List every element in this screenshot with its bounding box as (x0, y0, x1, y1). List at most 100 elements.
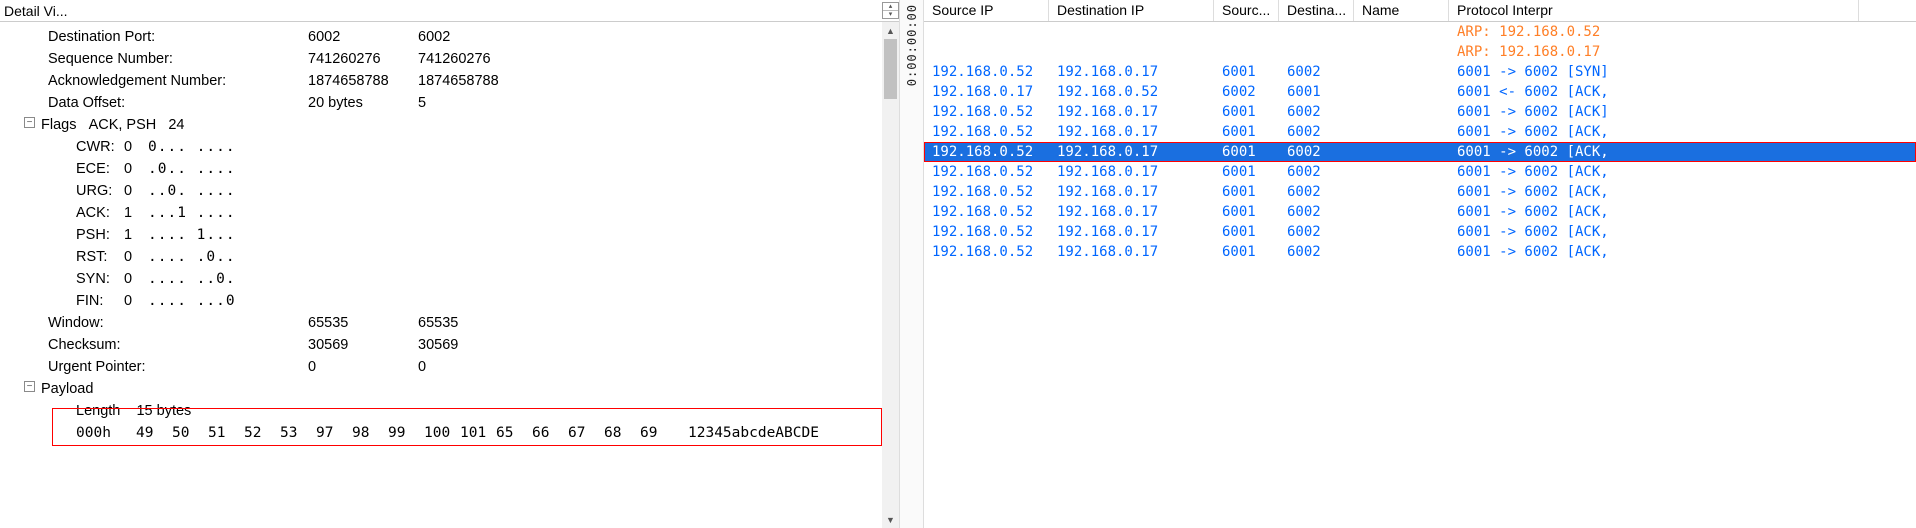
packet-row[interactable]: 192.168.0.52192.168.0.17600160026001 -> … (924, 182, 1916, 202)
cell-source-port: 6001 (1214, 122, 1279, 142)
detail-view-header: Detail Vi... ▴▾ (0, 0, 899, 22)
cell-destination-port: 6002 (1279, 102, 1354, 122)
scroll-up-icon[interactable]: ▲ (882, 22, 899, 39)
cell-source-port: 6001 (1214, 102, 1279, 122)
spin-up-icon[interactable]: ▴ (883, 3, 898, 11)
cell-source-ip: 192.168.0.52 (924, 62, 1049, 82)
packet-row[interactable]: 192.168.0.52192.168.0.17600160026001 -> … (924, 222, 1916, 242)
col-name[interactable]: Name (1354, 0, 1449, 21)
cell-source-ip: 192.168.0.52 (924, 122, 1049, 142)
cell-destination-ip: 192.168.0.17 (1049, 162, 1214, 182)
detail-view-pane: Detail Vi... ▴▾ Destination Port:6002600… (0, 0, 900, 528)
detail-view-title: Detail Vi... (4, 3, 882, 19)
cell-source-ip: 192.168.0.52 (924, 142, 1049, 162)
timestamp-ruler: 0:00:00:00 (900, 0, 924, 528)
cell-source-port: 6001 (1214, 142, 1279, 162)
field-checksum[interactable]: Checksum:3056930569 (0, 334, 882, 356)
field-destination-port[interactable]: Destination Port:60026002 (0, 26, 882, 48)
packet-row[interactable]: ARP: 192.168.0.17 (924, 42, 1916, 62)
detail-scrollbar[interactable]: ▲ ▼ (882, 22, 899, 528)
cell-protocol: 6001 <- 6002 [ACK, (1449, 82, 1859, 102)
cell-destination-ip: 192.168.0.17 (1049, 182, 1214, 202)
field-sequence-number[interactable]: Sequence Number:741260276741260276 (0, 48, 882, 70)
col-source-ip[interactable]: Source IP (924, 0, 1049, 21)
packet-list-header[interactable]: Source IP Destination IP Sourc... Destin… (924, 0, 1916, 22)
cell-source-ip: 192.168.0.52 (924, 182, 1049, 202)
cell-source-ip: 192.168.0.52 (924, 242, 1049, 262)
cell-protocol: 6001 -> 6002 [ACK, (1449, 162, 1859, 182)
cell-source-ip: 192.168.0.52 (924, 162, 1049, 182)
cell-destination-ip: 192.168.0.17 (1049, 242, 1214, 262)
collapse-icon[interactable]: − (24, 381, 35, 392)
col-destination-port[interactable]: Destina... (1279, 0, 1354, 21)
collapse-icon[interactable]: − (24, 117, 35, 128)
timestamp-value: 0:00:00:00 (905, 4, 919, 86)
packet-row[interactable]: 192.168.0.52192.168.0.1760016002 6001 -> … (924, 62, 1916, 82)
flag-ack[interactable]: ACK:1...1 .... (0, 202, 882, 224)
cell-protocol: ARP: 192.168.0.52 (1449, 22, 1859, 42)
packet-row[interactable]: 192.168.0.52192.168.0.17600160026001 -> … (924, 162, 1916, 182)
field-window[interactable]: Window:6553565535 (0, 312, 882, 334)
cell-destination-ip: 192.168.0.17 (1049, 222, 1214, 242)
cell-destination-port: 6002 (1279, 182, 1354, 202)
col-protocol-interpr[interactable]: Protocol Interpr (1449, 0, 1859, 21)
cell-protocol: 6001 -> 6002 [ACK] (1449, 102, 1859, 122)
cell-protocol: 6001 -> 6002 [SYN] (1449, 62, 1859, 82)
cell-destination-port: 6002 (1279, 122, 1354, 142)
packet-row[interactable]: 192.168.0.52192.168.0.1760016002 6001 -> … (924, 122, 1916, 142)
cell-protocol: 6001 -> 6002 [ACK, (1449, 122, 1859, 142)
cell-destination-ip: 192.168.0.17 (1049, 202, 1214, 222)
col-source-port[interactable]: Sourc... (1214, 0, 1279, 21)
cell-destination-port: 6001 (1279, 82, 1354, 102)
packet-row[interactable]: 192.168.0.52192.168.0.17600160026001 -> … (924, 142, 1916, 162)
spin-down-icon[interactable]: ▾ (883, 11, 898, 18)
col-destination-ip[interactable]: Destination IP (1049, 0, 1214, 21)
cell-protocol: 6001 -> 6002 [ACK, (1449, 242, 1859, 262)
packet-row[interactable]: 192.168.0.52192.168.0.17600160026001 -> … (924, 242, 1916, 262)
cell-source-ip: 192.168.0.17 (924, 82, 1049, 102)
flag-ece[interactable]: ECE:0.0.. .... (0, 158, 882, 180)
cell-source-port: 6002 (1214, 82, 1279, 102)
packet-row[interactable]: 192.168.0.52192.168.0.17600160026001 -> … (924, 202, 1916, 222)
cell-destination-port: 6002 (1279, 142, 1354, 162)
packet-list-rows[interactable]: ARP: 192.168.0.52ARP: 192.168.0.17 192.16… (924, 22, 1916, 528)
cell-source-port: 6001 (1214, 182, 1279, 202)
cell-destination-port: 6002 (1279, 242, 1354, 262)
scroll-down-icon[interactable]: ▼ (882, 511, 899, 528)
cell-protocol: 6001 -> 6002 [ACK, (1449, 202, 1859, 222)
cell-source-ip: 192.168.0.52 (924, 102, 1049, 122)
flag-rst[interactable]: RST:0.... .0.. (0, 246, 882, 268)
field-flags-header[interactable]: −Flags ACK, PSH 24 (0, 114, 882, 136)
flag-fin[interactable]: FIN:0.... ...0 (0, 290, 882, 312)
detail-spinner[interactable]: ▴▾ (882, 2, 899, 19)
cell-source-port: 6001 (1214, 62, 1279, 82)
cell-destination-ip: 192.168.0.17 (1049, 142, 1214, 162)
cell-source-port: 6001 (1214, 222, 1279, 242)
cell-destination-port: 6002 (1279, 162, 1354, 182)
cell-destination-ip: 192.168.0.17 (1049, 122, 1214, 142)
scroll-thumb[interactable] (884, 39, 897, 99)
cell-destination-ip: 192.168.0.17 (1049, 102, 1214, 122)
cell-source-ip: 192.168.0.52 (924, 222, 1049, 242)
cell-source-port: 6001 (1214, 202, 1279, 222)
cell-destination-ip: 192.168.0.52 (1049, 82, 1214, 102)
packet-row[interactable]: 192.168.0.17192.168.0.5260026001 6001 <- … (924, 82, 1916, 102)
cell-destination-ip: 192.168.0.17 (1049, 62, 1214, 82)
cell-protocol: ARP: 192.168.0.17 (1449, 42, 1859, 62)
packet-row[interactable]: 192.168.0.52192.168.0.1760016002 6001 -> … (924, 102, 1916, 122)
packet-list-pane: Source IP Destination IP Sourc... Destin… (924, 0, 1916, 528)
field-payload-hex[interactable]: 000h495051525397989910010165666768691234… (0, 422, 882, 444)
field-payload-length[interactable]: Length 15 bytes (0, 400, 882, 422)
flag-urg[interactable]: URG:0..0. .... (0, 180, 882, 202)
flag-syn[interactable]: SYN:0.... ..0. (0, 268, 882, 290)
field-ack-number[interactable]: Acknowledgement Number:18746587881874658… (0, 70, 882, 92)
detail-tree[interactable]: Destination Port:60026002 Sequence Numbe… (0, 22, 882, 528)
field-data-offset[interactable]: Data Offset:20 bytes5 (0, 92, 882, 114)
flag-cwr[interactable]: CWR:00... .... (0, 136, 882, 158)
packet-row[interactable]: ARP: 192.168.0.52 (924, 22, 1916, 42)
flag-psh[interactable]: PSH:1.... 1... (0, 224, 882, 246)
cell-source-ip: 192.168.0.52 (924, 202, 1049, 222)
field-payload-header[interactable]: −Payload (0, 378, 882, 400)
cell-destination-port: 6002 (1279, 62, 1354, 82)
field-urgent-pointer[interactable]: Urgent Pointer:00 (0, 356, 882, 378)
